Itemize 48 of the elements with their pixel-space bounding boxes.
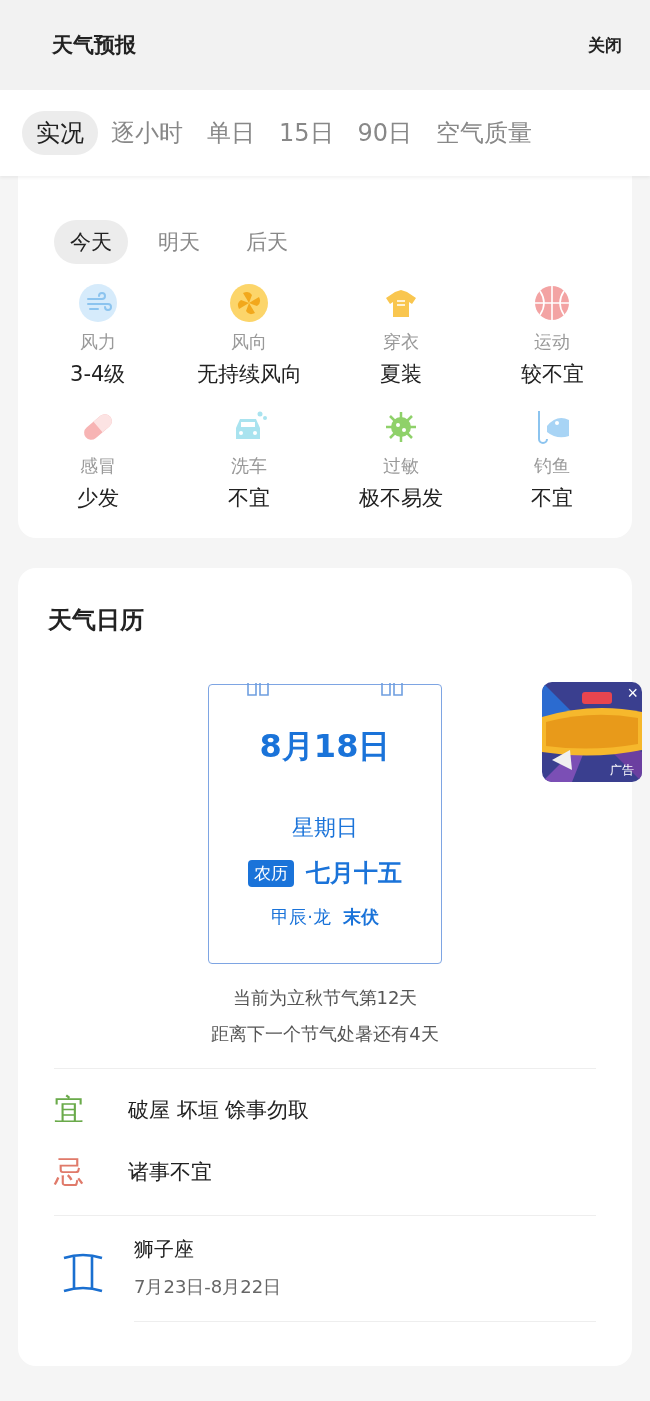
calendar-date: 8月18日 <box>259 726 391 767</box>
almanac-text: 破屋 坏垣 馀事勿取 <box>128 1097 310 1124</box>
index-label: 钓鱼 <box>534 454 571 478</box>
tab[interactable]: 15日 <box>268 111 345 155</box>
day-tab[interactable]: 后天 <box>230 220 304 264</box>
ad-label: 广告 <box>610 762 634 779</box>
tab[interactable]: 90日 <box>346 111 424 155</box>
fan-icon <box>230 284 269 322</box>
index-value: 无持续风向 <box>196 361 302 388</box>
index-label: 风向 <box>231 330 268 354</box>
section-title: 天气日历 <box>47 605 145 636</box>
tab[interactable]: 逐小时 <box>100 111 194 155</box>
weekday: 星期日 <box>292 814 358 842</box>
index-value: 较不宜 <box>520 361 584 388</box>
index-label: 风力 <box>79 330 116 354</box>
lunar-date: 七月十五 <box>306 858 402 889</box>
index-label: 过敏 <box>382 454 419 478</box>
day-tab[interactable]: 明天 <box>142 220 216 264</box>
day-tab[interactable]: 今天 <box>54 220 128 264</box>
index-value: 不宜 <box>531 485 574 512</box>
close-button[interactable]: 关闭 <box>588 33 622 57</box>
almanac-mark: 忌 <box>54 1152 85 1191</box>
close-button[interactable]: × <box>627 684 638 702</box>
tab[interactable]: 实况 <box>22 111 98 155</box>
index-label: 运动 <box>534 330 571 354</box>
index-label: 穿衣 <box>382 330 419 354</box>
index-label: 感冒 <box>79 454 116 478</box>
zodiac-name: 狮子座 <box>134 1236 195 1263</box>
index-value: 极不易发 <box>358 485 443 512</box>
index-value: 少发 <box>76 485 119 512</box>
almanac-mark: 宜 <box>54 1090 85 1129</box>
ball-icon <box>533 284 572 322</box>
wind-icon <box>78 284 117 322</box>
almanac-text: 诸事不宜 <box>128 1159 212 1186</box>
lunar-badge: 农历 <box>248 859 294 887</box>
index-value: 夏装 <box>379 361 422 388</box>
period-label: 末伏 <box>342 905 379 929</box>
index-value: 3-4级 <box>70 361 126 388</box>
tab[interactable]: 单日 <box>196 111 266 155</box>
solar-term-text: 当前为立秋节气第12天 <box>232 986 418 1010</box>
zodiac-dates: 7月23日-8月22日 <box>134 1275 283 1299</box>
index-value: 不宜 <box>228 485 271 512</box>
year-label: 甲辰·龙 <box>271 905 331 929</box>
page-title: 天气预报 <box>52 32 136 59</box>
index-label: 洗车 <box>231 454 268 478</box>
tab[interactable]: 空气质量 <box>425 111 544 155</box>
solar-term-text: 距离下一个节气处暑还有4天 <box>211 1022 439 1046</box>
zodiac-icon <box>62 1253 104 1295</box>
